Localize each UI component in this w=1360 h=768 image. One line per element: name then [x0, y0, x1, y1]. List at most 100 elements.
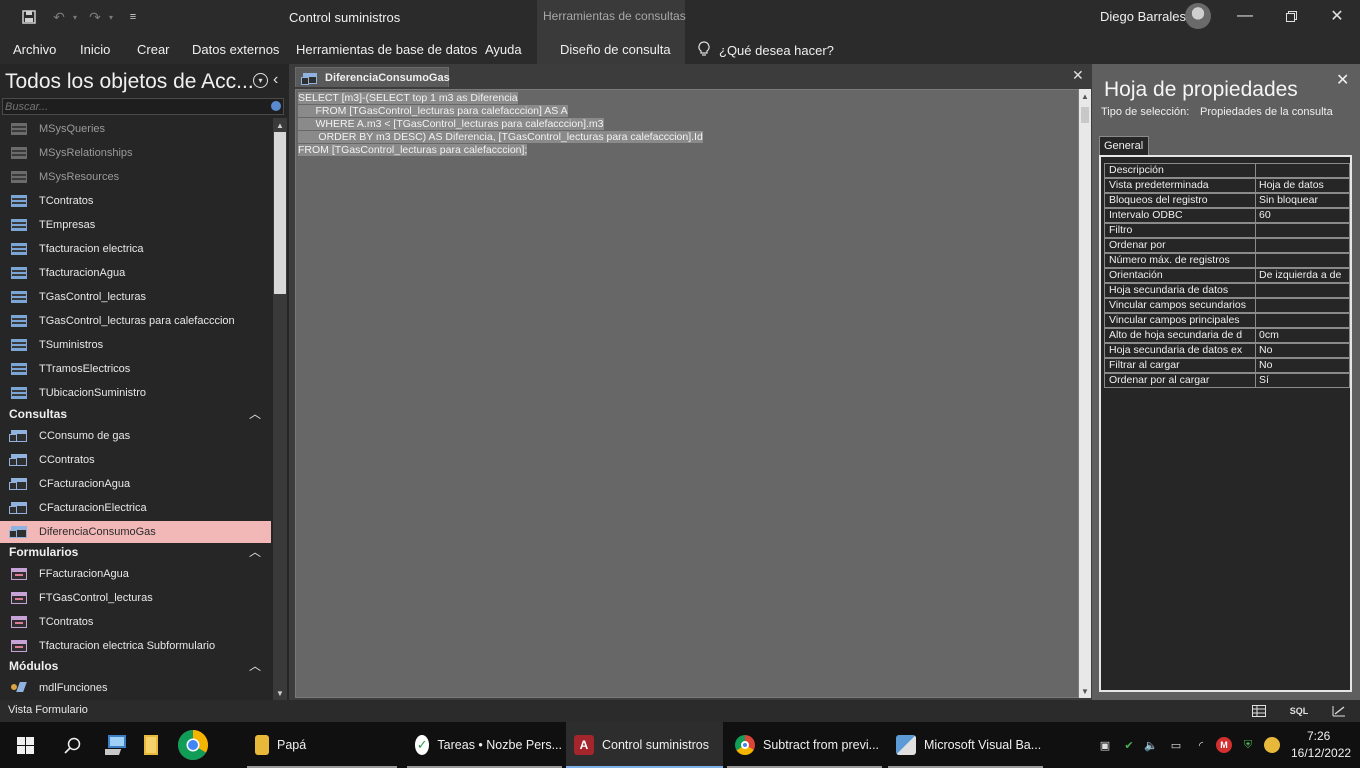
nav-item-tcontratos[interactable]: TContratos [0, 190, 271, 212]
document-tab[interactable]: DiferenciaConsumoGas [295, 67, 450, 87]
restore-icon[interactable] [1268, 4, 1314, 28]
nav-group-consultas[interactable]: Consultas ︿ [0, 403, 271, 425]
nav-scrollbar[interactable]: ▲ ▼ [273, 118, 287, 700]
clock-date[interactable]: 16/12/2022 [1291, 746, 1351, 760]
nav-item-cfacturacionelectrica[interactable]: CFacturacionElectrica [0, 497, 271, 519]
nav-item-tubicacionsuministro[interactable]: TUbicacionSuministro [0, 382, 271, 404]
scroll-down-icon[interactable]: ▼ [273, 686, 287, 700]
tab-archivo[interactable]: Archivo [13, 42, 56, 57]
close-document-icon[interactable]: ✕ [1072, 67, 1084, 84]
sql-view-button[interactable]: SQL [1285, 702, 1313, 720]
close-icon[interactable]: ✕ [1314, 4, 1360, 28]
nav-collapse-icon[interactable]: ‹ [273, 71, 278, 89]
taskbar-app-vba[interactable]: Microsoft Visual Ba... [888, 722, 1043, 768]
sql-scrollbar[interactable]: ▲ ▼ [1079, 89, 1091, 698]
taskbar-app-nozbe[interactable]: ✓ Tareas • Nozbe Pers... [407, 722, 562, 768]
property-row[interactable]: Vincular campos principales [1104, 313, 1350, 328]
nav-item-msysqueries[interactable]: MSysQueries [0, 118, 271, 140]
property-row[interactable]: Hoja secundaria de datos ex No [1104, 343, 1350, 358]
property-row[interactable]: Número máx. de registros [1104, 253, 1350, 268]
property-row[interactable]: Vista predeterminada Hoja de datos [1104, 178, 1350, 193]
windows-start-icon[interactable] [11, 731, 39, 759]
search-icon[interactable] [271, 101, 281, 111]
scroll-up-icon[interactable]: ▲ [1079, 89, 1091, 103]
tell-me-search[interactable]: ¿Qué desea hacer? [698, 41, 834, 60]
property-row[interactable]: Vincular campos secundarios [1104, 298, 1350, 313]
wifi-icon[interactable]: ◜ [1193, 737, 1209, 753]
nav-item-msysrelationships[interactable]: MSysRelationships [0, 142, 271, 164]
avatar[interactable] [1185, 3, 1211, 29]
nav-group-modulos[interactable]: Módulos ︿ [0, 655, 271, 677]
redo-icon[interactable]: ↷ [84, 7, 106, 27]
tab-herramientas-bd[interactable]: Herramientas de base de datos [296, 42, 477, 57]
taskbar-app-chrome[interactable]: Subtract from previ... [727, 722, 882, 768]
battery-icon[interactable]: ▭ [1168, 737, 1184, 753]
check-icon[interactable]: ✔ [1121, 737, 1137, 753]
shield-icon[interactable]: ⛨ [1240, 737, 1256, 753]
nav-item-tfacturacion-subformulario[interactable]: Tfacturacion electrica Subformulario [0, 635, 271, 657]
gmail-icon[interactable]: M [1216, 737, 1232, 753]
scroll-thumb[interactable] [1081, 107, 1089, 123]
volume-icon[interactable]: 🔈 [1143, 737, 1159, 753]
file-explorer-icon[interactable] [138, 731, 166, 759]
nav-item-msysresources[interactable]: MSysResources [0, 166, 271, 188]
nav-title[interactable]: Todos los objetos de Acc... [5, 70, 254, 94]
nav-item-tfacturacion-electrica[interactable]: Tfacturacion electrica [0, 238, 271, 260]
nav-group-formularios[interactable]: Formularios ︿ [0, 541, 271, 563]
nav-item-tgascontrol-calefaccion[interactable]: TGasControl_lecturas para calefacccion [0, 310, 271, 332]
property-row[interactable]: Hoja secundaria de datos [1104, 283, 1350, 298]
network-drive-icon[interactable]: ▣ [1097, 737, 1113, 753]
minimize-icon[interactable]: — [1222, 4, 1268, 28]
computer-icon[interactable] [104, 731, 132, 759]
nav-item-tfacturacionagua[interactable]: TfacturacionAgua [0, 262, 271, 284]
sql-editor[interactable]: SELECT [m3]-(SELECT top 1 m3 as Diferenc… [295, 89, 1079, 698]
design-view-icon[interactable] [1325, 702, 1353, 720]
nav-item-ffacturacionagua[interactable]: FFacturacionAgua [0, 563, 271, 585]
customize-toolbar-icon[interactable]: ≡ [122, 7, 144, 27]
close-icon[interactable]: ✕ [1336, 70, 1349, 90]
nav-search-input[interactable] [3, 99, 265, 115]
nav-item-ftgascontrol-lecturas[interactable]: FTGasControl_lecturas [0, 587, 271, 609]
taskbar-app-papa[interactable]: Papá [247, 722, 397, 768]
nav-item-ttramoselectricos[interactable]: TTramosElectricos [0, 358, 271, 380]
nav-item-diferenciaconsumogas[interactable]: DiferenciaConsumoGas [0, 521, 271, 543]
user-name[interactable]: Diego Barrales [1100, 9, 1186, 24]
nav-item-tsuministros[interactable]: TSuministros [0, 334, 271, 356]
property-row[interactable]: Filtro [1104, 223, 1350, 238]
scroll-thumb[interactable] [274, 132, 286, 294]
property-row[interactable]: Bloqueos del registro Sin bloquear [1104, 193, 1350, 208]
nav-item-tempresas[interactable]: TEmpresas [0, 214, 271, 236]
property-row[interactable]: Alto de hoja secundaria de d 0cm [1104, 328, 1350, 343]
property-row[interactable]: Ordenar por [1104, 238, 1350, 253]
tab-inicio[interactable]: Inicio [80, 42, 110, 57]
tab-ayuda[interactable]: Ayuda [485, 42, 522, 57]
undo-icon[interactable]: ↶ [48, 7, 70, 27]
scroll-up-icon[interactable]: ▲ [273, 118, 287, 132]
nav-item-cfacturacionagua[interactable]: CFacturacionAgua [0, 473, 271, 495]
property-row[interactable]: Intervalo ODBC 60 [1104, 208, 1350, 223]
datasheet-view-icon[interactable] [1245, 702, 1273, 720]
nav-item-tcontratos-form[interactable]: TContratos [0, 611, 271, 633]
save-icon[interactable] [18, 7, 40, 27]
redo-dropdown-icon[interactable]: ▾ [106, 7, 116, 27]
nav-item-mdlfunciones[interactable]: mdlFunciones [0, 677, 271, 699]
chrome-icon[interactable] [176, 728, 210, 762]
nav-item-ccontratos[interactable]: CContratos [0, 449, 271, 471]
nav-item-cconsumo-de-gas[interactable]: CConsumo de gas [0, 425, 271, 447]
taskbar-app-control-suministros[interactable]: A Control suministros [566, 722, 723, 768]
property-row[interactable]: Filtrar al cargar No [1104, 358, 1350, 373]
property-row[interactable]: Orientación De izquierda a de [1104, 268, 1350, 283]
status-dot-icon[interactable] [1264, 737, 1280, 753]
tab-diseno-consulta[interactable]: Diseño de consulta [537, 34, 685, 64]
tab-datos-externos[interactable]: Datos externos [192, 42, 279, 57]
scroll-down-icon[interactable]: ▼ [1079, 684, 1091, 698]
nav-menu-icon[interactable]: ▾ [253, 73, 268, 88]
property-row[interactable]: Ordenar por al cargar Sí [1104, 373, 1350, 388]
tab-crear[interactable]: Crear [137, 42, 170, 57]
tab-general[interactable]: General [1099, 136, 1149, 155]
clock-time[interactable]: 7:26 [1307, 729, 1330, 743]
property-row[interactable]: Descripción [1104, 163, 1350, 178]
nav-item-tgascontrol-lecturas[interactable]: TGasControl_lecturas [0, 286, 271, 308]
undo-dropdown-icon[interactable]: ▾ [70, 7, 80, 27]
search-icon[interactable] [58, 731, 86, 759]
